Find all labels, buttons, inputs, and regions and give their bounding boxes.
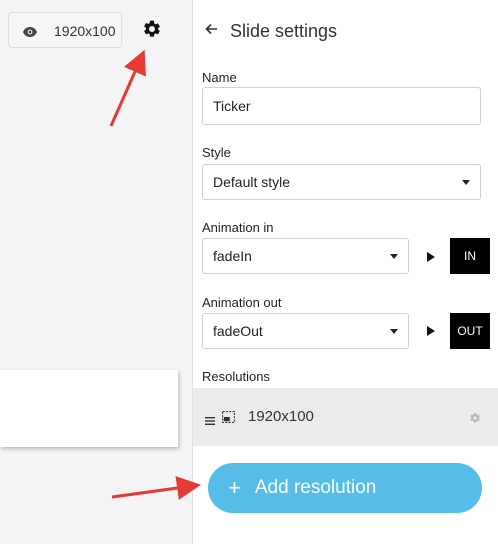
animation-out-preview-button[interactable]: OUT <box>450 313 490 349</box>
animation-in-select[interactable]: fadeIn <box>202 238 409 274</box>
resolution-preview-toggle[interactable]: 1920x100 <box>8 12 122 48</box>
animation-out-value: fadeOut <box>213 323 263 339</box>
resolution-preview-label: 1920x100 <box>54 23 116 39</box>
eye-icon <box>23 24 37 42</box>
name-label: Name <box>202 70 237 85</box>
resolutions-label: Resolutions <box>202 369 270 384</box>
resolution-row[interactable]: 1920x100 <box>193 388 498 446</box>
add-resolution-button[interactable]: + Add resolution <box>208 463 482 513</box>
animation-out-select[interactable]: fadeOut <box>202 313 409 349</box>
chevron-down-icon <box>390 254 398 259</box>
chevron-down-icon <box>390 329 398 334</box>
animation-in-label: Animation in <box>202 220 274 235</box>
chevron-down-icon <box>462 180 470 185</box>
style-label: Style <box>202 145 231 160</box>
style-select[interactable]: Default style <box>202 164 481 200</box>
animation-in-value: fadeIn <box>213 248 252 264</box>
name-input[interactable]: Ticker <box>202 87 481 125</box>
animation-in-preview-button[interactable]: IN <box>450 238 490 274</box>
play-icon[interactable] <box>427 326 435 336</box>
arrow-left-icon[interactable] <box>205 22 218 40</box>
panel-header: Slide settings <box>205 19 337 43</box>
animation-out-label: Animation out <box>202 295 282 310</box>
plus-icon: + <box>228 475 241 500</box>
panel-title: Slide settings <box>230 20 338 41</box>
add-resolution-label: Add resolution <box>254 477 377 498</box>
play-icon[interactable] <box>427 252 435 262</box>
drag-handle-icon[interactable] <box>205 412 215 430</box>
resolution-row-label: 1920x100 <box>248 408 314 425</box>
canvas-area: 1920x100 <box>0 0 192 544</box>
gear-icon[interactable] <box>469 411 481 429</box>
slide-preview[interactable] <box>0 370 178 447</box>
gear-icon[interactable] <box>142 19 162 44</box>
style-select-value: Default style <box>213 174 291 190</box>
name-input-value: Ticker <box>213 98 251 114</box>
screen-resolution-icon <box>222 410 235 428</box>
